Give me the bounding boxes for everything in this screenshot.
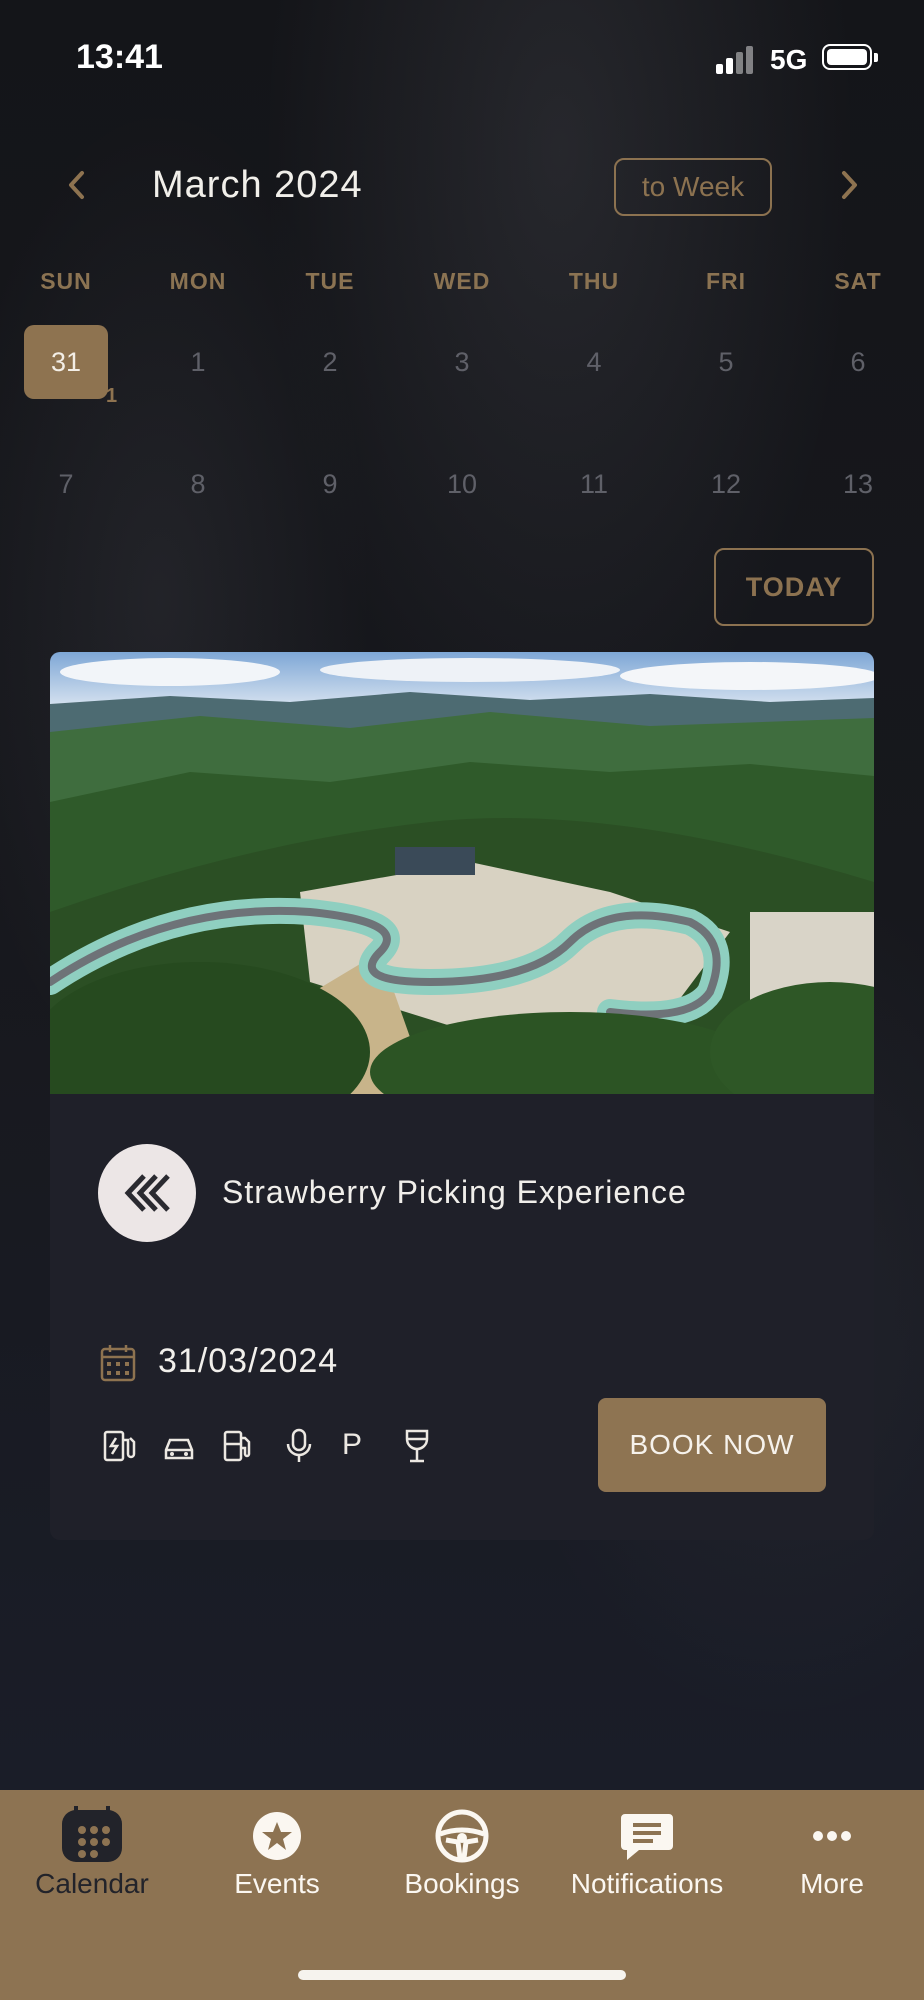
- day-cell[interactable]: 13: [816, 447, 900, 521]
- weekday-tue: TUE: [305, 268, 355, 294]
- event-card[interactable]: Strawberry Picking Experience 31/03/2024: [50, 652, 874, 1540]
- more-dots-icon: [802, 1806, 862, 1866]
- status-bar: 13:41 5G: [0, 0, 924, 110]
- weekday-sat: SAT: [834, 268, 882, 294]
- to-week-button[interactable]: to Week: [614, 158, 772, 216]
- month-title: March 2024: [152, 164, 363, 206]
- day-cell[interactable]: 1: [156, 325, 240, 399]
- weekday-wed: WED: [433, 268, 491, 294]
- battery-icon: [822, 44, 878, 70]
- tab-more-label: More: [800, 1868, 864, 1899]
- ev-charger-icon: [102, 1428, 136, 1464]
- tab-bar: Calendar Events Bookings Notifications M…: [0, 1790, 924, 2000]
- day-cell-selected[interactable]: 31: [24, 325, 108, 399]
- chevron-left-icon[interactable]: [62, 168, 92, 202]
- car-icon: [162, 1428, 196, 1464]
- day-cell[interactable]: 11: [552, 447, 636, 521]
- wine-glass-icon: [400, 1428, 434, 1464]
- event-date: 31/03/2024: [158, 1342, 339, 1380]
- star-circle-icon: [247, 1806, 307, 1866]
- day-cell[interactable]: 2: [288, 325, 372, 399]
- message-icon: [617, 1806, 677, 1866]
- tab-calendar[interactable]: Calendar: [0, 1806, 184, 1906]
- today-button[interactable]: TODAY: [714, 548, 874, 626]
- day-cell[interactable]: 10: [420, 447, 504, 521]
- tab-calendar-label: Calendar: [35, 1868, 149, 1899]
- home-indicator: [298, 1970, 626, 1980]
- day-cell[interactable]: 7: [24, 447, 108, 521]
- microphone-icon: [282, 1428, 316, 1464]
- fuel-pump-icon: [222, 1428, 256, 1464]
- steering-wheel-icon: [432, 1806, 492, 1866]
- network-label: 5G: [770, 44, 808, 75]
- day-cell[interactable]: 4: [552, 325, 636, 399]
- weekday-mon: MON: [169, 268, 227, 294]
- tab-notifications-label: Notifications: [570, 1868, 724, 1899]
- day-cell[interactable]: 8: [156, 447, 240, 521]
- event-logo: [98, 1144, 196, 1242]
- event-count-badge: 1: [106, 385, 118, 407]
- tab-bookings[interactable]: Bookings: [370, 1806, 554, 1906]
- day-cell[interactable]: 9: [288, 447, 372, 521]
- weekday-sun: SUN: [40, 268, 92, 294]
- tab-bookings-label: Bookings: [404, 1868, 520, 1899]
- weekday-fri: FRI: [705, 268, 747, 294]
- day-cell[interactable]: 5: [684, 325, 768, 399]
- event-title: Strawberry Picking Experience: [222, 1174, 687, 1210]
- tab-events[interactable]: Events: [185, 1806, 369, 1906]
- day-cell[interactable]: 6: [816, 325, 900, 399]
- tab-events-label: Events: [234, 1868, 320, 1899]
- day-cell[interactable]: 12: [684, 447, 768, 521]
- tab-more[interactable]: More: [740, 1806, 924, 1906]
- weekday-thu: THU: [568, 268, 620, 294]
- event-photo: [50, 652, 874, 1094]
- day-cell[interactable]: 3: [420, 325, 504, 399]
- book-now-button[interactable]: BOOK NOW: [598, 1398, 826, 1492]
- calendar-icon: [100, 1344, 136, 1387]
- tab-notifications[interactable]: Notifications: [555, 1806, 739, 1906]
- parking-icon: P: [342, 1428, 363, 1461]
- chevron-right-icon[interactable]: [834, 168, 864, 202]
- status-time: 13:41: [76, 38, 163, 76]
- signal-icon: [716, 46, 756, 74]
- calendar-tab-icon: [62, 1806, 122, 1866]
- calendar-header: March 2024 to Week: [0, 140, 924, 230]
